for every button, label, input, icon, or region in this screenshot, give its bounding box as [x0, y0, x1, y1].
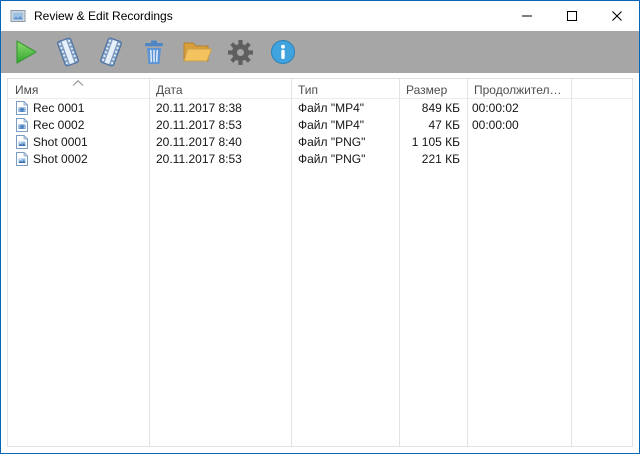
- video-file-icon: [16, 118, 28, 132]
- maximize-icon: [567, 11, 577, 21]
- close-icon: [612, 11, 622, 21]
- column-separator: [399, 79, 400, 446]
- close-button[interactable]: [594, 1, 639, 31]
- minimize-icon: [522, 11, 532, 21]
- file-list: Имя Дата Тип Размер Продолжительно...: [7, 78, 633, 447]
- file-name: Rec 0001: [33, 101, 84, 115]
- maximize-button[interactable]: [549, 1, 594, 31]
- sort-ascending-icon: [72, 80, 84, 86]
- column-header-type[interactable]: Тип: [291, 79, 399, 98]
- edit-recording-button[interactable]: [52, 36, 84, 68]
- file-date: 20.11.2017 8:53: [149, 118, 291, 132]
- column-header-duration[interactable]: Продолжительно...: [467, 79, 571, 98]
- filmstrip-right-icon: [96, 37, 126, 67]
- file-type: Файл "MP4": [291, 101, 399, 115]
- gear-icon: [227, 39, 254, 66]
- column-separator: [149, 79, 150, 446]
- trash-icon: [141, 38, 167, 66]
- file-date: 20.11.2017 8:38: [149, 101, 291, 115]
- file-name: Rec 0002: [33, 118, 84, 132]
- column-header-filler: [571, 79, 632, 98]
- filmstrip-left-icon: [53, 37, 83, 67]
- file-name: Shot 0002: [33, 152, 88, 166]
- video-editor-button[interactable]: [95, 36, 127, 68]
- about-button[interactable]: [267, 36, 299, 68]
- settings-button[interactable]: [224, 36, 256, 68]
- folder-icon: [182, 39, 212, 65]
- table-row[interactable]: Rec 0001 20.11.2017 8:38 Файл "MP4" 849 …: [8, 99, 632, 116]
- file-type: Файл "PNG": [291, 135, 399, 149]
- play-icon: [10, 37, 40, 67]
- file-duration: 00:00:00: [467, 118, 571, 132]
- file-duration: 00:00:02: [467, 101, 571, 115]
- play-button[interactable]: [9, 36, 41, 68]
- table-row[interactable]: Shot 0002 20.11.2017 8:53 Файл "PNG" 221…: [8, 150, 632, 167]
- table-row[interactable]: Shot 0001 20.11.2017 8:40 Файл "PNG" 1 1…: [8, 133, 632, 150]
- info-icon: [269, 38, 297, 66]
- file-date: 20.11.2017 8:40: [149, 135, 291, 149]
- column-header-size[interactable]: Размер: [399, 79, 467, 98]
- titlebar: Review & Edit Recordings: [1, 1, 639, 31]
- table-body: Rec 0001 20.11.2017 8:38 Файл "MP4" 849 …: [8, 99, 632, 167]
- file-size: 849 КБ: [399, 101, 467, 115]
- delete-button[interactable]: [138, 36, 170, 68]
- toolbar: [1, 31, 639, 73]
- window-title: Review & Edit Recordings: [34, 9, 504, 23]
- app-icon: [10, 8, 26, 24]
- image-file-icon: [16, 152, 28, 166]
- file-type: Файл "PNG": [291, 152, 399, 166]
- file-size: 221 КБ: [399, 152, 467, 166]
- window-controls: [504, 1, 639, 31]
- table-row[interactable]: Rec 0002 20.11.2017 8:53 Файл "MP4" 47 К…: [8, 116, 632, 133]
- file-size: 1 105 КБ: [399, 135, 467, 149]
- minimize-button[interactable]: [504, 1, 549, 31]
- app-window: Review & Edit Recordings: [0, 0, 640, 454]
- column-separator: [467, 79, 468, 446]
- file-date: 20.11.2017 8:53: [149, 152, 291, 166]
- image-file-icon: [16, 135, 28, 149]
- open-folder-button[interactable]: [181, 36, 213, 68]
- table-header: Имя Дата Тип Размер Продолжительно...: [8, 79, 632, 99]
- file-size: 47 КБ: [399, 118, 467, 132]
- column-separator: [571, 79, 572, 446]
- column-separator: [291, 79, 292, 446]
- file-type: Файл "MP4": [291, 118, 399, 132]
- file-name: Shot 0001: [33, 135, 88, 149]
- column-header-date[interactable]: Дата: [149, 79, 291, 98]
- video-file-icon: [16, 101, 28, 115]
